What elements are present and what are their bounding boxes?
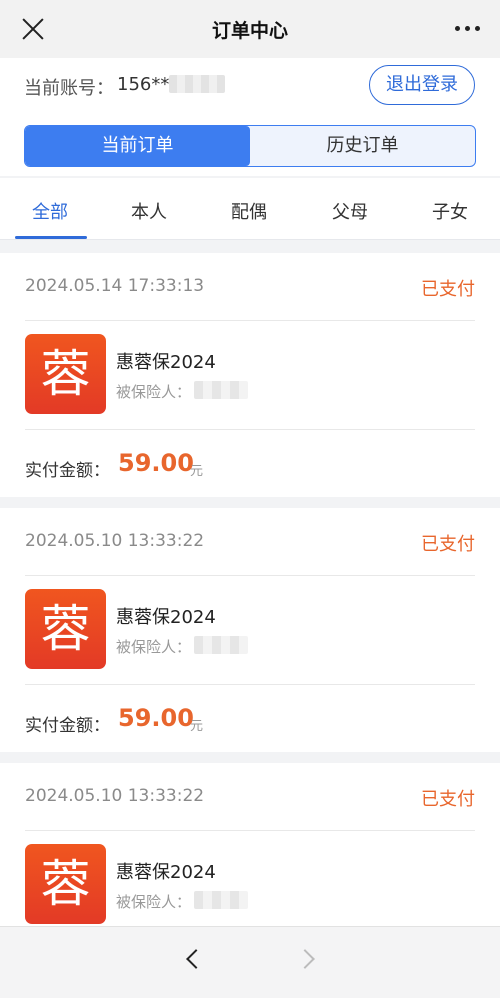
insured-label: 被保险人：: [116, 383, 192, 401]
account-section: 当前账号： 156** 退出登录 当前订单 历史订单: [0, 58, 500, 176]
filter-spouse[interactable]: 配偶: [231, 198, 267, 224]
order-time: 2024.05.14 17:33:13: [25, 276, 205, 296]
divider: [25, 320, 475, 321]
browser-nav-bar: [0, 926, 500, 998]
order-segment-control: 当前订单 历史订单: [24, 125, 476, 167]
product-name: 惠蓉保2024: [116, 607, 216, 628]
tab-history-orders[interactable]: 历史订单: [250, 126, 475, 166]
product-name: 惠蓉保2024: [116, 862, 216, 883]
amount-label: 实付金额：: [25, 716, 110, 736]
order-status: 已支付: [421, 279, 475, 300]
order-time: 2024.05.10 13:33:22: [25, 786, 205, 806]
masked-text: [169, 75, 226, 93]
amount-unit: 元: [190, 719, 204, 734]
account-value: 156**: [117, 74, 226, 95]
order-status: 已支付: [421, 534, 475, 555]
chevron-left-icon[interactable]: [185, 949, 199, 963]
top-bar: 订单中心: [0, 0, 500, 58]
amount-label: 实付金额：: [25, 461, 110, 481]
filter-tabs: 全部 本人 配偶 父母 子女: [0, 178, 500, 240]
account-label: 当前账号：: [24, 78, 114, 99]
insured-name-masked: [194, 381, 248, 399]
insured-name-masked: [194, 891, 248, 909]
insured-label: 被保险人：: [116, 638, 192, 656]
insured-label: 被保险人：: [116, 893, 192, 911]
amount-value: 59.00: [118, 704, 194, 732]
amount-unit: 元: [190, 464, 204, 479]
page-title: 订单中心: [211, 20, 288, 42]
filter-all[interactable]: 全部: [32, 198, 68, 224]
more-icon[interactable]: [455, 26, 480, 31]
order-card[interactable]: 2024.05.14 17:33:13 已支付 蓉 惠蓉保2024 被保险人： …: [0, 253, 500, 497]
product-logo: 蓉: [25, 589, 106, 669]
divider: [25, 429, 475, 430]
divider: [25, 830, 475, 831]
account-number: 156**: [117, 74, 170, 95]
order-time: 2024.05.10 13:33:22: [25, 531, 205, 551]
filter-parents[interactable]: 父母: [332, 198, 368, 224]
amount-value: 59.00: [118, 449, 194, 477]
filter-children[interactable]: 子女: [432, 198, 468, 224]
divider: [25, 575, 475, 576]
product-logo: 蓉: [25, 334, 106, 414]
order-card[interactable]: 2024.05.10 13:33:22 已支付 蓉 惠蓉保2024 被保险人： …: [0, 508, 500, 752]
insured-name-masked: [194, 636, 248, 654]
order-status: 已支付: [421, 789, 475, 810]
chevron-right-icon: [300, 949, 314, 963]
product-name: 惠蓉保2024: [116, 352, 216, 373]
product-logo: 蓉: [25, 844, 106, 924]
tab-current-orders[interactable]: 当前订单: [25, 126, 250, 166]
divider: [25, 684, 475, 685]
logout-button[interactable]: 退出登录: [369, 65, 475, 105]
active-tab-indicator: [15, 236, 87, 239]
filter-self[interactable]: 本人: [131, 198, 167, 224]
